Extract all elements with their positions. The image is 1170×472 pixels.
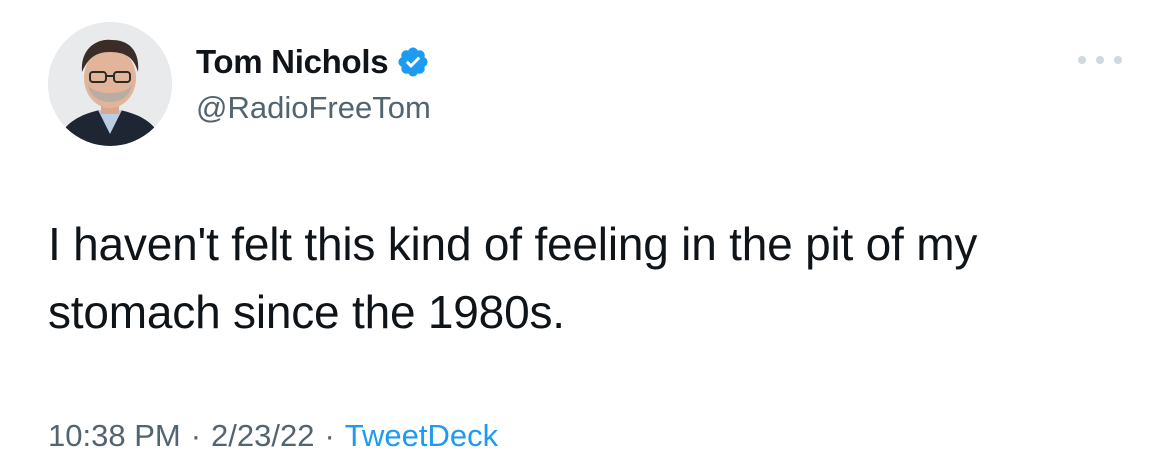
name-row: Tom Nichols <box>196 40 431 84</box>
display-name[interactable]: Tom Nichols <box>196 43 389 81</box>
tweet-date[interactable]: 2/23/22 <box>211 418 314 453</box>
meta-separator: · <box>324 418 335 453</box>
more-dot <box>1096 56 1104 64</box>
more-dot <box>1078 56 1086 64</box>
user-info: Tom Nichols @RadioFreeTom <box>196 40 431 126</box>
tweet-text: I haven't felt this kind of feeling in t… <box>48 218 978 338</box>
more-dot <box>1114 56 1122 64</box>
tweet-source-link[interactable]: TweetDeck <box>345 418 498 453</box>
meta-separator: · <box>190 418 202 453</box>
tweet-time[interactable]: 10:38 PM <box>48 418 181 453</box>
avatar-image <box>48 22 172 146</box>
tweet-card: Tom Nichols @RadioFreeTom I haven't felt… <box>0 0 1170 472</box>
avatar[interactable] <box>48 22 172 146</box>
user-handle[interactable]: @RadioFreeTom <box>196 90 431 126</box>
verified-badge-icon <box>396 45 430 79</box>
tweet-meta: 10:38 PM · 2/23/22 · TweetDeck <box>48 418 498 454</box>
more-options-icon[interactable] <box>1078 50 1122 70</box>
